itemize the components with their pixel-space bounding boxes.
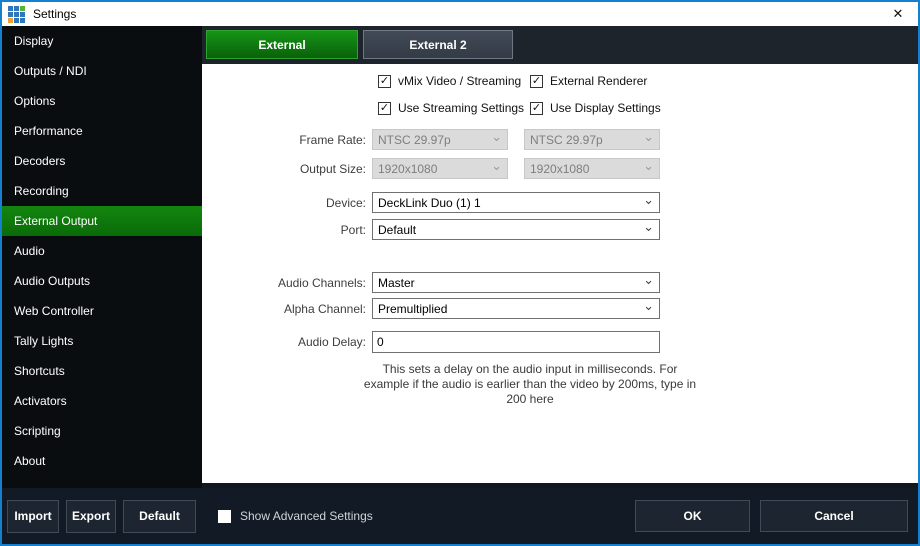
sidebar-item-audio[interactable]: Audio xyxy=(2,236,202,266)
sidebar-item-about[interactable]: About xyxy=(2,446,202,476)
footer-bar: Import Export Default Show Advanced Sett… xyxy=(2,488,918,544)
audio-delay-label: Audio Delay: xyxy=(202,335,372,349)
sidebar-item-display[interactable]: Display xyxy=(2,26,202,56)
window-title: Settings xyxy=(33,7,76,21)
output-size-select-2[interactable]: 1920x1080 ⌄ xyxy=(524,158,660,179)
checkbox-vmix-video-streaming[interactable]: ✓ vMix Video / Streaming xyxy=(378,74,521,88)
device-select[interactable]: DeckLink Duo (1) 1 ⌄ xyxy=(372,192,660,213)
chevron-down-icon: ⌄ xyxy=(643,161,654,171)
sidebar-item-outputs-ndi[interactable]: Outputs / NDI xyxy=(2,56,202,86)
sidebar-item-audio-outputs[interactable]: Audio Outputs xyxy=(2,266,202,296)
sidebar-item-options[interactable]: Options xyxy=(2,86,202,116)
close-icon[interactable]: ✕ xyxy=(878,2,918,26)
tab-bar: External External 2 xyxy=(202,26,918,64)
port-select[interactable]: Default ⌄ xyxy=(372,219,660,240)
ok-button[interactable]: OK xyxy=(635,500,750,532)
checkbox-use-streaming-settings[interactable]: ✓ Use Streaming Settings xyxy=(378,101,524,115)
alpha-channel-select-value: Premultiplied xyxy=(378,302,447,316)
output-size-select-1-value: 1920x1080 xyxy=(378,162,437,176)
vmix-logo-icon xyxy=(8,6,25,23)
show-advanced-settings-checkbox[interactable]: Show Advanced Settings xyxy=(218,509,373,523)
show-advanced-settings-label: Show Advanced Settings xyxy=(240,509,373,523)
device-select-value: DeckLink Duo (1) 1 xyxy=(378,196,481,210)
checkbox-box: ✓ xyxy=(530,102,543,115)
sidebar-item-scripting[interactable]: Scripting xyxy=(2,416,202,446)
checkbox-label: Use Streaming Settings xyxy=(398,101,524,115)
sidebar-item-recording[interactable]: Recording xyxy=(2,176,202,206)
sidebar-item-shortcuts[interactable]: Shortcuts xyxy=(2,356,202,386)
frame-rate-select-1-value: NTSC 29.97p xyxy=(378,133,451,147)
frame-rate-select-2-value: NTSC 29.97p xyxy=(530,133,603,147)
checkbox-box: ✓ xyxy=(378,75,391,88)
audio-channels-select[interactable]: Master ⌄ xyxy=(372,272,660,293)
frame-rate-label: Frame Rate: xyxy=(202,133,372,147)
settings-sidebar: Display Outputs / NDI Options Performanc… xyxy=(2,26,202,488)
chevron-down-icon: ⌄ xyxy=(643,275,654,285)
checkbox-box xyxy=(218,510,231,523)
chevron-down-icon: ⌄ xyxy=(643,195,654,205)
main-panel: External External 2 ✓ vMix Video / Strea… xyxy=(202,26,918,488)
alpha-channel-select[interactable]: Premultiplied ⌄ xyxy=(372,298,660,319)
frame-rate-select-2[interactable]: NTSC 29.97p ⌄ xyxy=(524,129,660,150)
chevron-down-icon: ⌄ xyxy=(491,161,502,171)
tab-external-2[interactable]: External 2 xyxy=(363,30,513,59)
titlebar: Settings ✕ xyxy=(2,2,918,26)
output-size-select-2-value: 1920x1080 xyxy=(530,162,589,176)
audio-channels-select-value: Master xyxy=(378,276,415,290)
audio-delay-input[interactable] xyxy=(372,331,660,353)
default-button[interactable]: Default xyxy=(123,500,196,533)
sidebar-item-performance[interactable]: Performance xyxy=(2,116,202,146)
checkbox-box: ✓ xyxy=(378,102,391,115)
alpha-channel-label: Alpha Channel: xyxy=(202,302,372,316)
sidebar-item-decoders[interactable]: Decoders xyxy=(2,146,202,176)
checkbox-external-renderer[interactable]: ✓ External Renderer xyxy=(530,74,647,88)
audio-delay-help-text: This sets a delay on the audio input in … xyxy=(362,362,698,407)
settings-window: Settings ✕ Display Outputs / NDI Options… xyxy=(0,0,920,546)
import-button[interactable]: Import xyxy=(7,500,59,533)
device-label: Device: xyxy=(202,196,372,210)
sidebar-item-tally-lights[interactable]: Tally Lights xyxy=(2,326,202,356)
frame-rate-select-1[interactable]: NTSC 29.97p ⌄ xyxy=(372,129,508,150)
port-label: Port: xyxy=(202,223,372,237)
checkbox-label: vMix Video / Streaming xyxy=(398,74,521,88)
output-size-select-1[interactable]: 1920x1080 ⌄ xyxy=(372,158,508,179)
chevron-down-icon: ⌄ xyxy=(643,222,654,232)
export-button[interactable]: Export xyxy=(66,500,116,533)
sidebar-item-web-controller[interactable]: Web Controller xyxy=(2,296,202,326)
checkbox-box: ✓ xyxy=(530,75,543,88)
port-select-value: Default xyxy=(378,223,416,237)
chevron-down-icon: ⌄ xyxy=(643,132,654,142)
sidebar-item-external-output[interactable]: External Output xyxy=(2,206,202,236)
sidebar-item-activators[interactable]: Activators xyxy=(2,386,202,416)
cancel-button[interactable]: Cancel xyxy=(760,500,908,532)
chevron-down-icon: ⌄ xyxy=(643,301,654,311)
checkbox-label: Use Display Settings xyxy=(550,101,661,115)
tab-external[interactable]: External xyxy=(206,30,358,59)
output-size-label: Output Size: xyxy=(202,162,372,176)
checkbox-label: External Renderer xyxy=(550,74,647,88)
external-output-form: ✓ vMix Video / Streaming ✓ External Rend… xyxy=(202,64,918,483)
checkbox-use-display-settings[interactable]: ✓ Use Display Settings xyxy=(530,101,661,115)
audio-channels-label: Audio Channels: xyxy=(202,276,372,290)
chevron-down-icon: ⌄ xyxy=(491,132,502,142)
